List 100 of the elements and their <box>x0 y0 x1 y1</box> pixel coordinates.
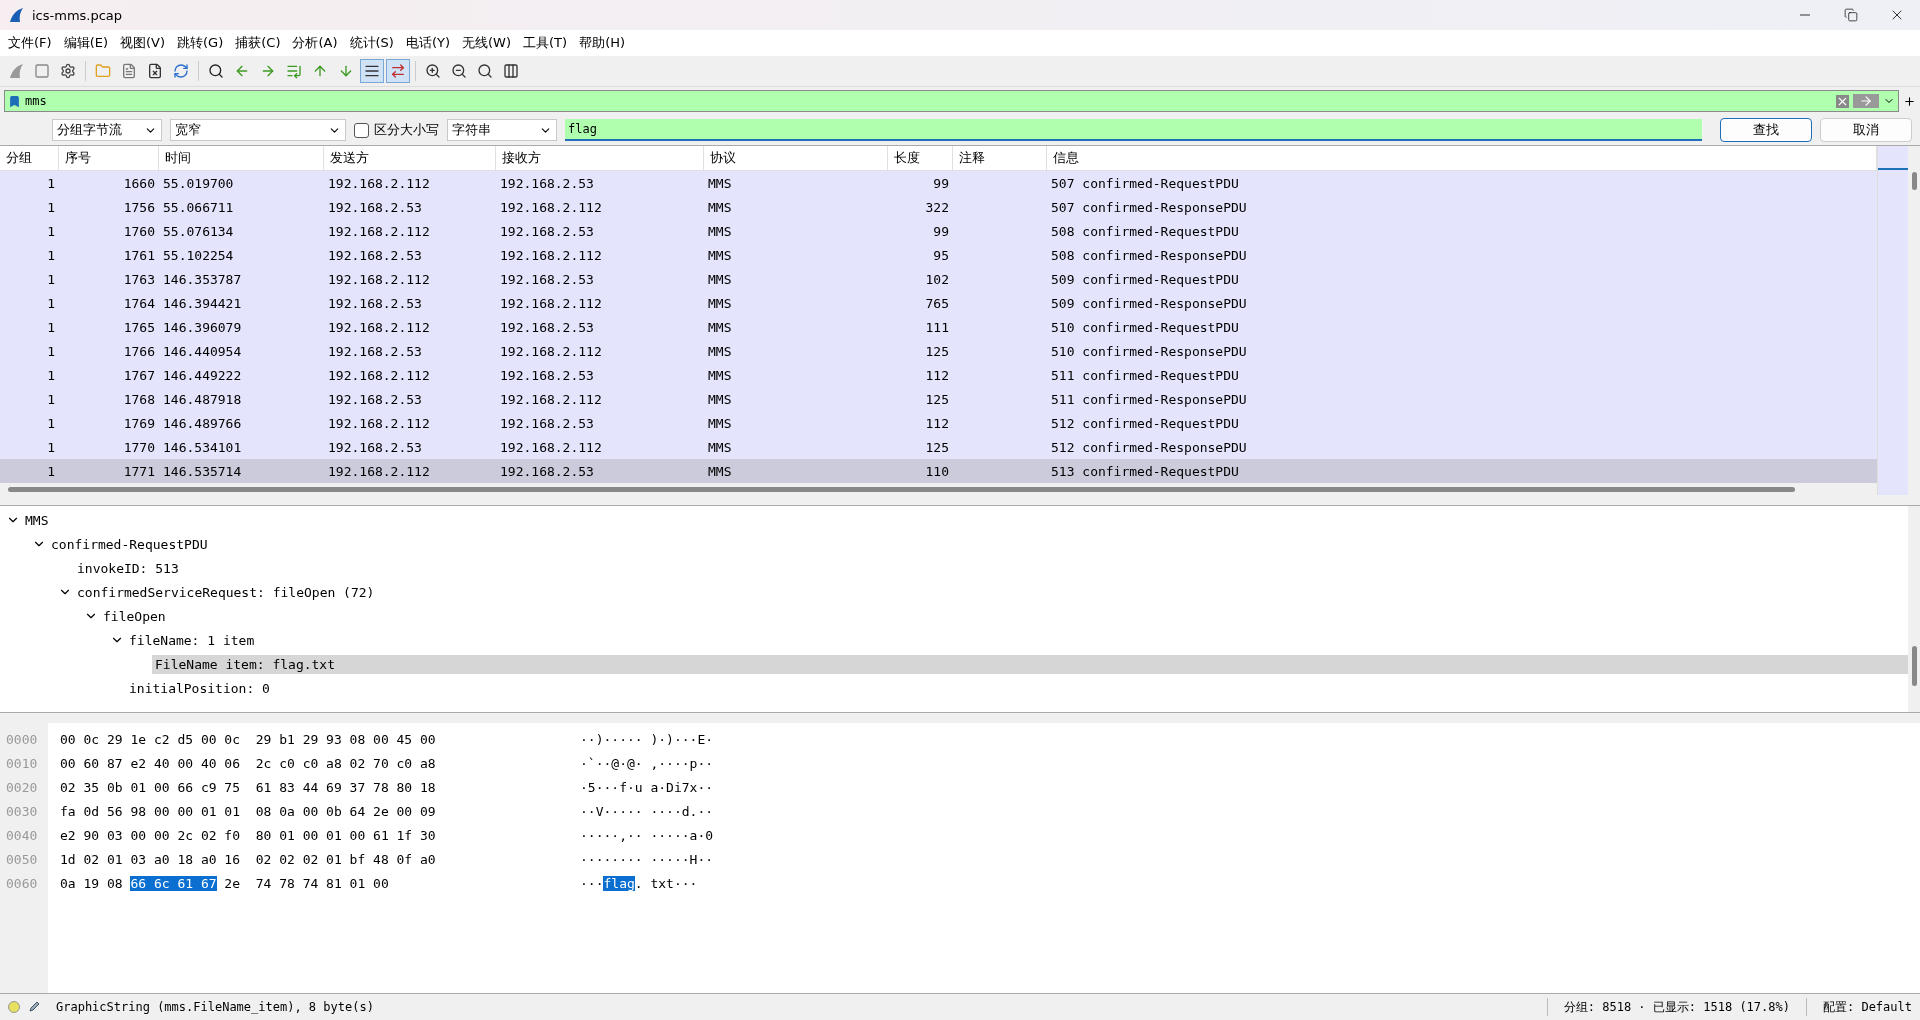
pencil-icon[interactable] <box>28 1001 40 1013</box>
table-cell-text: 146.396079 <box>162 318 243 337</box>
tree-item[interactable]: fileName: 1 item <box>126 630 258 650</box>
table-cell-text: 99 <box>932 222 950 241</box>
tree-item[interactable]: MMS <box>22 510 52 530</box>
packet-row[interactable]: 1 1767 146.449222 192.168.2.112 192.168.2.53 MMS 112 511 confirmed-RequestPDU <box>0 363 1877 387</box>
menu-item[interactable]: 无线(W) <box>456 31 518 55</box>
column-header[interactable]: 序号 <box>59 146 159 171</box>
encoding-dropdown[interactable]: 宽窄 <box>170 119 346 141</box>
clear-icon[interactable] <box>1836 94 1849 108</box>
tree-item[interactable]: confirmedServiceRequest: fileOpen (72) <box>74 582 378 602</box>
tree-item[interactable]: fileOpen <box>100 606 169 626</box>
checkbox[interactable] <box>354 122 369 138</box>
byte-offset: 0000 <box>5 730 39 749</box>
table-cell-text: 1756 <box>122 198 156 217</box>
display-filter-field[interactable]: mms <box>4 90 1899 112</box>
find-field[interactable]: flag <box>565 119 1702 141</box>
packet-row[interactable]: 1 1766 146.440954 192.168.2.53 192.168.2.112 MMS 125 510 confirmed-ResponsePDU <box>0 339 1877 363</box>
ascii-text: ··)····· )·)···E· <box>580 731 714 747</box>
menu-item[interactable]: 电话(Y) <box>399 31 457 55</box>
table-cell-text: 192.168.2.112 <box>327 174 431 193</box>
table-cell-text: 511 confirmed-ResponsePDU <box>1050 390 1248 409</box>
table-cell-text: 1767 <box>122 366 156 385</box>
table-cell-text: 111 <box>924 318 950 337</box>
table-cell-text: 1 <box>46 294 56 313</box>
table-cell-text: 1766 <box>122 342 156 361</box>
packet-row[interactable]: 1 1771 146.535714 192.168.2.112 192.168.2.53 MMS 110 513 confirmed-RequestPDU <box>0 459 1877 483</box>
menu-item[interactable]: 编辑(E) <box>57 31 114 55</box>
tree-item[interactable]: confirmed-RequestPDU <box>48 534 211 554</box>
table-cell-text: MMS <box>707 174 733 193</box>
table-cell-text: 322 <box>924 198 950 217</box>
bookmark-icon[interactable] <box>8 94 21 108</box>
colorize-icon[interactable] <box>386 59 410 83</box>
add-icon[interactable] <box>1903 94 1916 108</box>
table-cell-text: 1 <box>46 318 56 337</box>
column-header[interactable]: 时间 <box>159 146 324 171</box>
menu-item[interactable]: 跳转(G) <box>171 31 230 55</box>
tree-item[interactable]: FileName item: flag.txt <box>152 654 1908 674</box>
table-cell-text: 512 confirmed-ResponsePDU <box>1050 438 1248 457</box>
search-in-dropdown[interactable]: 分组字节流 <box>52 119 162 141</box>
byte-offset: 0010 <box>5 754 39 773</box>
table-cell-text: MMS <box>707 246 733 265</box>
packet-row[interactable]: 1 1660 55.019700 192.168.2.112 192.168.2.53 MMS 99 507 confirmed-RequestPDU <box>0 171 1877 195</box>
table-cell-text: 1769 <box>122 414 156 433</box>
hex-bytes: fa 0d 56 98 00 00 01 01 08 0a 00 0b 64 2e 00 09 <box>60 803 436 819</box>
menu-item[interactable]: 统计(S) <box>343 31 400 55</box>
tree-item[interactable]: invokeID: 513 <box>74 558 182 578</box>
table-cell-text: 192.168.2.112 <box>327 366 431 385</box>
table-cell-text: 513 confirmed-RequestPDU <box>1050 462 1240 481</box>
menu-item[interactable]: 视图(V) <box>114 31 172 55</box>
menu-item[interactable]: 分析(A) <box>286 31 344 55</box>
checkbox-label: 区分大小写 <box>374 121 439 139</box>
menu-item[interactable]: 工具(T) <box>517 31 574 55</box>
horizontal-scrollbar[interactable] <box>0 483 1877 495</box>
table-cell-text: MMS <box>707 342 733 361</box>
search-type-dropdown[interactable]: 字符串 <box>447 119 557 141</box>
table-cell-text: 192.168.2.53 <box>327 390 423 409</box>
table-cell-text: 146.487918 <box>162 390 243 409</box>
column-header[interactable]: 发送方 <box>324 146 496 171</box>
ascii-text: ··V····· ····d.·· <box>580 803 714 819</box>
hex-bytes: 0a 19 08 <box>60 875 124 891</box>
table-cell-text: MMS <box>707 414 733 433</box>
status-dot-icon[interactable] <box>8 1001 20 1013</box>
menu-item[interactable]: 捕获(C) <box>229 31 287 55</box>
table-cell-text: MMS <box>707 270 733 289</box>
packet-row[interactable]: 1 1765 146.396079 192.168.2.112 192.168.2.53 MMS 111 510 confirmed-RequestPDU <box>0 315 1877 339</box>
table-cell-text: 508 confirmed-ResponsePDU <box>1050 246 1248 265</box>
byte-offset: 0030 <box>5 802 39 821</box>
packet-row[interactable]: 1 1768 146.487918 192.168.2.53 192.168.2.112 MMS 125 511 confirmed-ResponsePDU <box>0 387 1877 411</box>
cancel-button[interactable]: 取消 <box>1820 118 1912 142</box>
table-cell-text: 765 <box>924 294 950 313</box>
packet-row[interactable]: 1 1763 146.353787 192.168.2.112 192.168.2.53 MMS 102 509 confirmed-RequestPDU <box>0 267 1877 291</box>
column-header[interactable]: 长度 <box>888 146 953 171</box>
table-cell-text: 1 <box>46 270 56 289</box>
menu-item[interactable]: 帮助(H) <box>573 31 632 55</box>
column-header[interactable]: 信息 <box>1047 146 1877 171</box>
packet-row[interactable]: 1 1761 55.102254 192.168.2.53 192.168.2.112 MMS 95 508 confirmed-ResponsePDU <box>0 243 1877 267</box>
table-cell-text: MMS <box>707 318 733 337</box>
table-cell-text: 192.168.2.53 <box>499 318 595 337</box>
tree-item[interactable]: initialPosition: 0 <box>126 678 273 698</box>
column-header[interactable]: 协议 <box>704 146 888 171</box>
menu-item[interactable]: 文件(F) <box>2 31 58 55</box>
status-field-text: GraphicString (mms.FileName_item), 8 byte(s) <box>55 1000 375 1014</box>
profile-text[interactable]: 配置: Default <box>1814 998 1920 1016</box>
packet-row[interactable]: 1 1760 55.076134 192.168.2.112 192.168.2.53 MMS 99 508 confirmed-RequestPDU <box>0 219 1877 243</box>
table-cell-text: 1 <box>46 462 56 481</box>
vertical-scrollbar[interactable] <box>1908 506 1920 712</box>
packet-row[interactable]: 1 1764 146.394421 192.168.2.53 192.168.2.112 MMS 765 509 confirmed-ResponsePDU <box>0 291 1877 315</box>
autoscroll-icon[interactable] <box>360 59 384 83</box>
packet-row[interactable]: 1 1770 146.534101 192.168.2.53 192.168.2.112 MMS 125 512 confirmed-ResponsePDU <box>0 435 1877 459</box>
packet-row[interactable]: 1 1769 146.489766 192.168.2.112 192.168.2.53 MMS 112 512 confirmed-RequestPDU <box>0 411 1877 435</box>
packet-row[interactable]: 1 1756 55.066711 192.168.2.53 192.168.2.112 MMS 322 507 confirmed-ResponsePDU <box>0 195 1877 219</box>
find-button[interactable]: 查找 <box>1720 118 1812 142</box>
column-header[interactable]: 分组 <box>0 146 59 171</box>
table-cell-text: 1 <box>46 222 56 241</box>
column-header[interactable]: 接收方 <box>496 146 704 171</box>
maximize-icon[interactable] <box>1844 8 1858 22</box>
vertical-scrollbar[interactable] <box>1908 146 1920 495</box>
column-header[interactable]: 注释 <box>953 146 1047 171</box>
packet-count-text: 分组: 8518 · 已显示: 1518 (17.8%) <box>1562 998 1791 1016</box>
